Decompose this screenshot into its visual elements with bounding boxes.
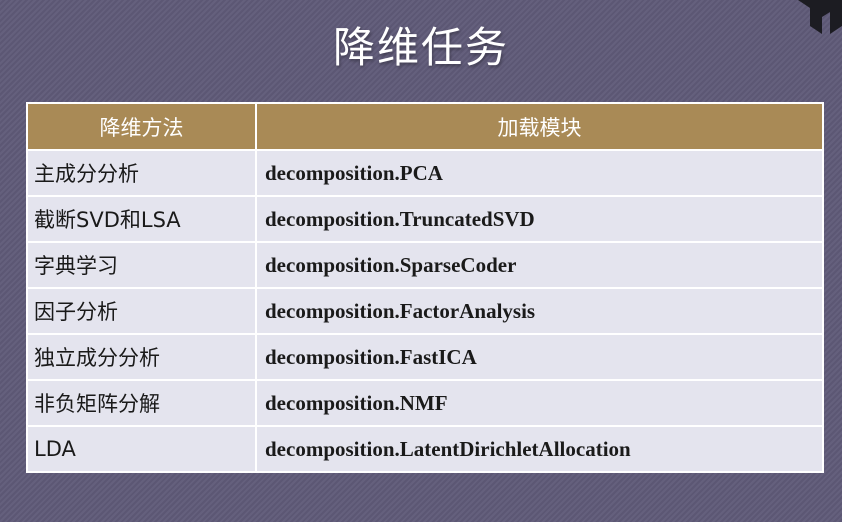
table-row: 主成分分析 decomposition.PCA [26,149,824,197]
column-header-method: 降维方法 [26,102,257,151]
method-cell: 非负矩阵分解 [26,379,257,427]
method-cell: LDA [26,425,257,473]
module-cell: decomposition.FactorAnalysis [255,287,824,335]
module-cell: decomposition.FastICA [255,333,824,381]
brand-logo-icon [798,0,842,34]
slide-title: 降维任务 [332,23,509,72]
method-cell: 字典学习 [26,241,257,289]
method-cell: 截断SVD和LSA [26,195,257,243]
table-row: 因子分析 decomposition.FactorAnalysis [26,287,824,335]
method-cell: 因子分析 [26,287,257,335]
module-cell: decomposition.SparseCoder [255,241,824,289]
column-header-module: 加载模块 [255,102,824,151]
table-row: LDA decomposition.LatentDirichletAllocat… [26,425,824,473]
module-cell: decomposition.TruncatedSVD [255,195,824,243]
method-cell: 主成分分析 [26,149,257,197]
methods-table: 降维方法 加载模块 主成分分析 decomposition.PCA 截断SVD和… [26,102,824,473]
table-row: 非负矩阵分解 decomposition.NMF [26,379,824,427]
module-cell: decomposition.NMF [255,379,824,427]
table-row: 字典学习 decomposition.SparseCoder [26,241,824,289]
table-row: 独立成分分析 decomposition.FastICA [26,333,824,381]
method-cell: 独立成分分析 [26,333,257,381]
module-cell: decomposition.PCA [255,149,824,197]
table-row: 截断SVD和LSA decomposition.TruncatedSVD [26,195,824,243]
table-header-row: 降维方法 加载模块 [26,102,824,151]
module-cell: decomposition.LatentDirichletAllocation [255,425,824,473]
